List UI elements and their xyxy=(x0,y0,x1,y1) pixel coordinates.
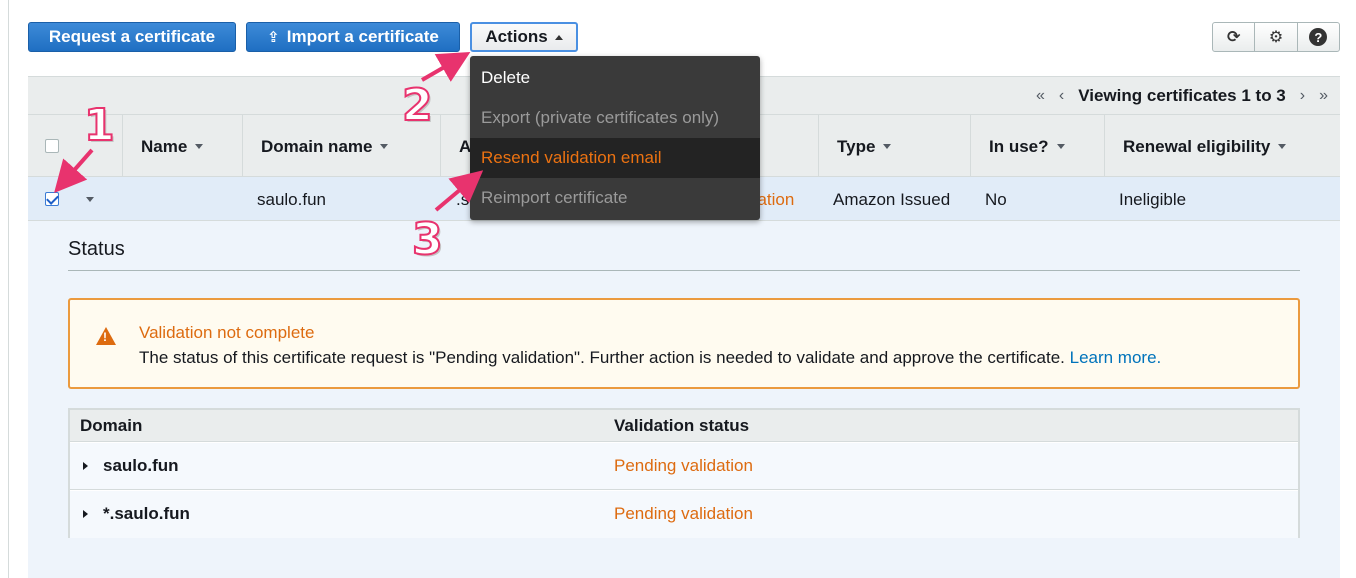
upload-icon: ⇪ xyxy=(267,29,280,46)
annotation-number-2: 2 xyxy=(401,80,434,131)
warning-icon: ! xyxy=(96,327,116,345)
header-type-label: Type xyxy=(837,136,876,156)
row-additional-names: .s xyxy=(456,190,470,209)
domain-validation-table: Domain Validation status saulo.fun Pendi… xyxy=(68,408,1300,538)
status-divider xyxy=(68,270,1300,271)
actions-label: Actions xyxy=(485,27,548,46)
row-checkbox[interactable] xyxy=(45,192,59,206)
actions-menu: Delete Export (private certificates only… xyxy=(470,56,760,220)
row-type: Amazon Issued xyxy=(833,190,951,209)
learn-more-link[interactable]: Learn more. xyxy=(1070,348,1162,367)
actions-dropdown-button[interactable]: Actions xyxy=(470,22,578,52)
menu-item-delete[interactable]: Delete xyxy=(470,58,760,98)
validation-alert: ! Validation not complete The status of … xyxy=(68,298,1300,389)
help-icon[interactable]: ? xyxy=(1298,23,1339,51)
domain-validation-header: Domain Validation status xyxy=(70,410,1298,442)
toolbar-icon-group: ⟳ ⚙ ? xyxy=(1212,22,1340,52)
certificate-manager-page: Request a certificate ⇪ Import a certifi… xyxy=(0,0,1356,578)
sort-icon xyxy=(883,144,892,149)
import-certificate-button[interactable]: ⇪ Import a certificate xyxy=(246,22,460,52)
first-page-icon[interactable]: « xyxy=(1036,87,1045,105)
import-certificate-label: Import a certificate xyxy=(286,27,439,46)
request-certificate-label: Request a certificate xyxy=(48,27,216,46)
header-in-use-label: In use? xyxy=(989,136,1049,156)
header-domain: Domain xyxy=(80,416,143,435)
request-certificate-button[interactable]: Request a certificate xyxy=(28,22,236,52)
alert-body: The status of this certificate request i… xyxy=(139,348,1065,367)
alert-message: The status of this certificate request i… xyxy=(139,348,1161,368)
next-page-icon[interactable]: › xyxy=(1300,87,1305,105)
header-renewal-eligibility[interactable]: Renewal eligibility xyxy=(1104,115,1340,178)
menu-item-export: Export (private certificates only) xyxy=(481,108,720,127)
menu-item-resend-validation-email[interactable]: Resend validation email xyxy=(470,138,760,178)
table-row[interactable]: saulo.fun Pending validation xyxy=(70,443,1298,490)
validation-domain: saulo.fun xyxy=(103,456,179,475)
menu-item-reimport: Reimport certificate xyxy=(481,188,628,207)
annotation-number-1: 1 xyxy=(83,100,116,151)
row-in-use: No xyxy=(985,190,1007,209)
header-type[interactable]: Type xyxy=(818,115,970,178)
pagination-controls: « ‹ Viewing certificates 1 to 3 › » xyxy=(1036,86,1328,106)
sort-icon xyxy=(1278,144,1287,149)
expand-arrow-icon[interactable] xyxy=(83,510,88,518)
annotation-number-3: 3 xyxy=(411,214,444,265)
sort-icon xyxy=(380,144,389,149)
header-renewal-label: Renewal eligibility xyxy=(1123,136,1271,156)
last-page-icon[interactable]: » xyxy=(1319,87,1328,105)
pagination-text: Viewing certificates 1 to 3 xyxy=(1078,86,1286,105)
prev-page-icon[interactable]: ‹ xyxy=(1059,87,1064,105)
sort-icon xyxy=(195,144,204,149)
expand-row-icon[interactable] xyxy=(86,197,94,202)
header-name-label: Name xyxy=(141,136,188,156)
row-domain-name: saulo.fun xyxy=(257,190,326,209)
sort-icon xyxy=(1056,144,1065,149)
select-all-checkbox[interactable] xyxy=(45,139,59,153)
refresh-icon[interactable]: ⟳ xyxy=(1213,23,1256,51)
validation-status: Pending validation xyxy=(614,504,753,523)
header-domain-label: Domain name xyxy=(261,136,373,156)
alert-title: Validation not complete xyxy=(139,323,315,342)
table-row[interactable]: *.saulo.fun Pending validation xyxy=(70,491,1298,538)
gear-icon[interactable]: ⚙ xyxy=(1255,23,1298,51)
left-border xyxy=(8,0,9,578)
header-validation-status: Validation status xyxy=(614,416,750,435)
expand-arrow-icon[interactable] xyxy=(83,462,88,470)
validation-status: Pending validation xyxy=(614,456,753,475)
header-name[interactable]: Name xyxy=(122,115,242,178)
row-renewal-eligibility: Ineligible xyxy=(1119,190,1187,209)
status-heading: Status xyxy=(68,238,125,260)
validation-domain: *.saulo.fun xyxy=(103,504,190,523)
header-in-use[interactable]: In use? xyxy=(970,115,1104,178)
caret-up-icon xyxy=(554,34,563,40)
